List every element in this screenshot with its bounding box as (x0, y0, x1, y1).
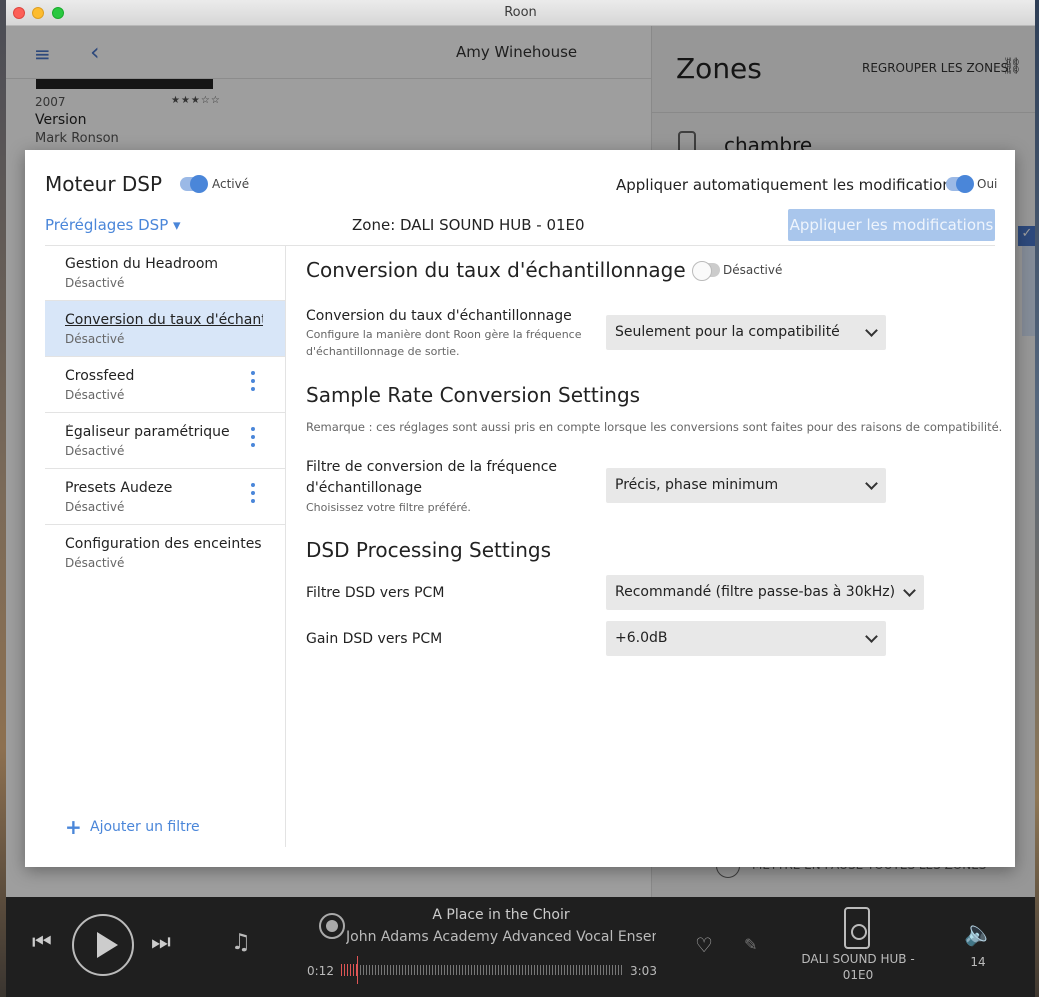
dsd-filter-label: Filtre DSD vers PCM (306, 585, 445, 601)
dsd-gain-label: Gain DSD vers PCM (306, 631, 443, 647)
src-mode-select[interactable]: Seulement pour la compatibilité (606, 315, 886, 350)
apply-changes-button[interactable]: Appliquer les modifications (788, 209, 995, 241)
dsd-settings-heading: DSD Processing Settings (306, 538, 552, 562)
filter-name: Configuration des enceintes (65, 536, 262, 552)
src-note: Remarque : ces réglages sont aussi pris … (306, 420, 1003, 434)
desktop-background-right (1035, 0, 1039, 997)
filter-state: Désactivé (65, 332, 125, 346)
volume-icon[interactable]: 🔈 (964, 919, 994, 947)
filter-item-parametric-eq[interactable]: Égaliseur paramétrique Désactivé (45, 413, 285, 469)
filter-state: Désactivé (65, 500, 125, 514)
filter-state: Désactivé (65, 444, 125, 458)
dsd-gain-select[interactable]: +6.0dB (606, 621, 886, 656)
time-total: 3:03 (630, 964, 657, 978)
filter-item-crossfeed[interactable]: Crossfeed Désactivé (45, 357, 285, 413)
time-current: 0:12 (307, 964, 334, 978)
zone-selector[interactable]: DALI SOUND HUB - 01E0 (796, 951, 920, 983)
filter-name: Presets Audeze (65, 480, 173, 496)
seek-waveform[interactable] (341, 956, 623, 984)
filter-name: Égaliseur paramétrique (65, 424, 230, 440)
chevron-down-icon (865, 477, 878, 490)
player-bar: ⏮ ⏭ ♫ A Place in the Choir John Adams Ac… (6, 897, 1035, 997)
filter-item-speaker-setup[interactable]: Configuration des enceintes Désactivé (45, 525, 285, 581)
next-track-icon[interactable]: ⏭ (151, 930, 171, 955)
filter-state: Désactivé (65, 556, 125, 570)
dsp-enabled-toggle[interactable] (180, 175, 208, 193)
add-filter-label: Ajouter un filtre (90, 819, 200, 835)
more-options-icon[interactable] (249, 371, 257, 395)
src-settings-heading: Sample Rate Conversion Settings (306, 383, 641, 407)
filter-item-headroom[interactable]: Gestion du Headroom Désactivé (45, 245, 285, 301)
filter-name: Crossfeed (65, 368, 135, 384)
play-icon (97, 932, 118, 958)
src-filter-description: Choisissez votre filtre préféré. (306, 501, 471, 514)
filter-list: Gestion du Headroom Désactivé Conversion… (45, 245, 286, 847)
play-button[interactable] (72, 914, 134, 976)
track-title[interactable]: A Place in the Choir (306, 907, 696, 923)
filter-name: Conversion du taux d'échantillonnage (65, 312, 263, 328)
src-mode-label: Conversion du taux d'échantillonnage (306, 308, 572, 324)
chevron-down-icon (865, 630, 878, 643)
window-title: Roon (504, 5, 537, 20)
dsp-presets-dropdown[interactable]: Préréglages DSP ▾ (45, 216, 181, 234)
zone-speaker-icon[interactable] (844, 907, 870, 949)
sample-rate-conversion-toggle[interactable] (692, 261, 720, 281)
title-bar: Roon (6, 0, 1035, 26)
waveform-played (341, 964, 357, 976)
previous-track-icon[interactable]: ⏮ (32, 930, 52, 955)
plus-icon: + (65, 815, 82, 839)
filter-item-audeze-presets[interactable]: Presets Audeze Désactivé (45, 469, 285, 525)
src-mode-value: Seulement pour la compatibilité (615, 324, 840, 340)
chevron-down-icon (865, 324, 878, 337)
pin-icon[interactable]: ✎ (744, 935, 757, 954)
filter-name: Gestion du Headroom (65, 256, 219, 272)
auto-apply-label: Appliquer automatiquement les modificati… (616, 176, 960, 194)
queue-icon[interactable]: ♫ (231, 930, 251, 955)
dsd-filter-value: Recommandé (filtre passe-bas à 30kHz) (615, 584, 896, 600)
heart-icon[interactable]: ♡ (695, 933, 713, 957)
dialog-title: Moteur DSP (45, 172, 163, 196)
zone-label: Zone: DALI SOUND HUB - 01E0 (352, 216, 585, 234)
dsp-enabled-label: Activé (212, 177, 250, 191)
more-options-icon[interactable] (249, 483, 257, 507)
src-filter-select[interactable]: Précis, phase minimum (606, 468, 886, 503)
volume-level: 14 (970, 955, 986, 969)
filter-state: Désactivé (65, 276, 125, 290)
waveform-remaining (357, 965, 623, 975)
playhead[interactable] (357, 956, 358, 984)
section-heading: Conversion du taux d'échantillonnage (306, 258, 686, 282)
filter-state: Désactivé (65, 388, 125, 402)
filter-item-sample-rate-conversion[interactable]: Conversion du taux d'échantillonnage Dés… (45, 301, 285, 357)
dsd-filter-select[interactable]: Recommandé (filtre passe-bas à 30kHz) (606, 575, 924, 610)
src-mode-description: Configure la manière dont Roon gère la f… (306, 328, 582, 358)
track-artist[interactable]: John Adams Academy Advanced Vocal Ensemb… (346, 929, 656, 945)
dsd-gain-value: +6.0dB (615, 630, 668, 646)
src-filter-label: Filtre de conversion de la fréquence d'é… (306, 459, 558, 496)
more-options-icon[interactable] (249, 427, 257, 451)
auto-apply-value: Oui (977, 177, 998, 191)
auto-apply-toggle[interactable] (946, 175, 974, 193)
dsp-engine-dialog: Moteur DSP Activé Appliquer automatiquem… (25, 150, 1015, 867)
src-filter-value: Précis, phase minimum (615, 477, 779, 493)
sample-rate-conversion-state: Désactivé (723, 263, 783, 277)
chevron-down-icon (903, 584, 916, 597)
